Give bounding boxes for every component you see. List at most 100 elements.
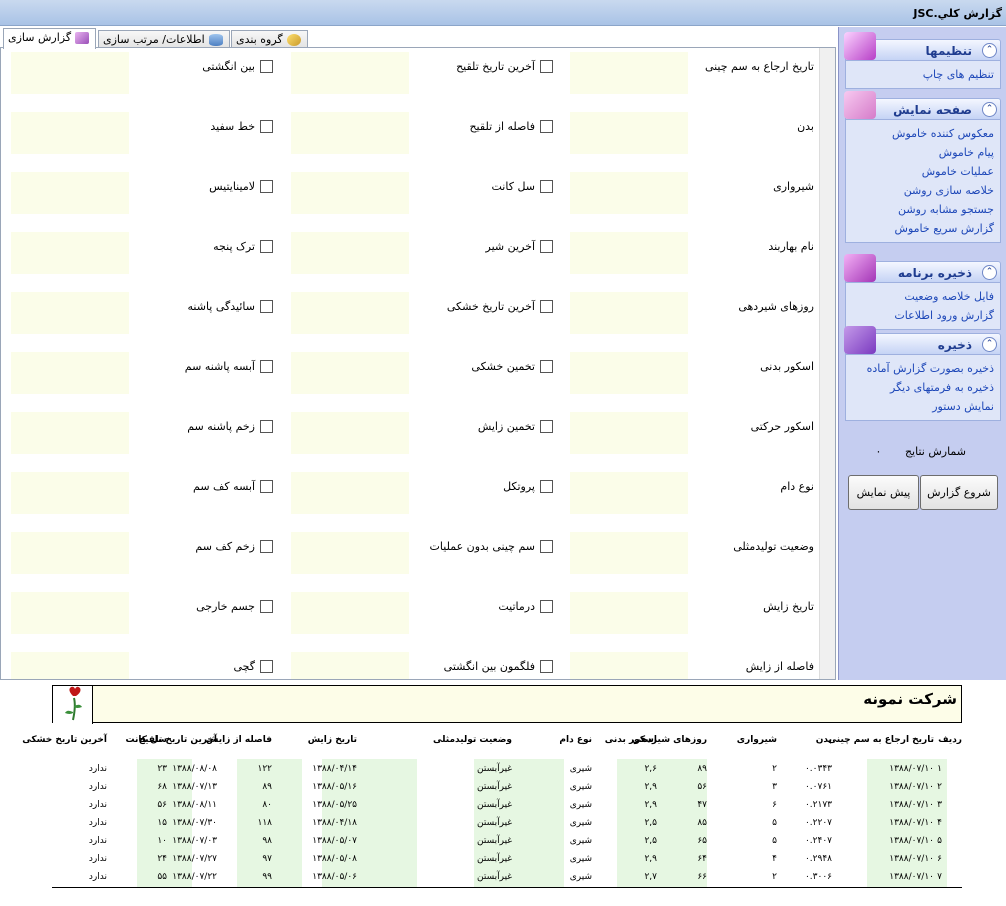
field-checkbox[interactable] [540, 300, 553, 313]
field-label: فاصله از زایش [745, 660, 814, 673]
tab-grouping[interactable]: گروه بندی [231, 30, 308, 48]
field-checkbox[interactable] [260, 660, 273, 673]
panel-link[interactable]: خلاصه سازی روشن [852, 181, 994, 200]
report-cell: ۲ [772, 872, 777, 882]
field-width-box[interactable] [570, 292, 688, 334]
panel-group: ⌃ تنظیمها تنظیم های چاپ [844, 32, 1001, 89]
field-width-box[interactable] [291, 592, 409, 634]
panel-link[interactable]: عملیات خاموش [852, 162, 994, 181]
field-width-box[interactable] [291, 232, 409, 274]
field-checkbox[interactable] [260, 180, 273, 193]
field-checkbox[interactable] [540, 120, 553, 133]
collapse-icon[interactable]: ⌃ [982, 265, 997, 280]
field-checkbox[interactable] [260, 60, 273, 73]
field-width-box[interactable] [570, 352, 688, 394]
report-cell: ۱ [937, 764, 942, 774]
panel-group-header[interactable]: ⌃ صفحه نمایش [844, 91, 1001, 120]
report-cell: ۱۵ [157, 818, 167, 828]
panel-group: ⌃ ذخیره ذخیره بصورت گزارش آماده ذخیره به فر… [844, 326, 1001, 421]
report-cell: ۸۹ [697, 764, 707, 774]
field-width-box[interactable] [11, 232, 129, 274]
field-checkbox[interactable] [260, 240, 273, 253]
field-checkbox[interactable] [540, 420, 553, 433]
panel-link[interactable]: جستجو مشابه روشن [852, 200, 994, 219]
field-width-box[interactable] [570, 52, 688, 94]
panel-link[interactable]: ذخیره به فرمتهای دیگر [852, 378, 994, 397]
field-checkbox[interactable] [260, 420, 273, 433]
report-column-header: سل کانت [125, 735, 167, 745]
report-cell: ندارد [88, 764, 107, 774]
field-checkbox[interactable] [540, 600, 553, 613]
start-report-button[interactable]: شروع گزارش [920, 475, 998, 510]
field-width-box[interactable] [570, 112, 688, 154]
report-cell: ۱۳۸۸/۰۷/۱۰ [889, 782, 934, 792]
panel-link[interactable]: گزارش سریع خاموش [852, 219, 994, 238]
report-field: آخرین تاریخ تلقیح [291, 52, 553, 94]
collapse-icon[interactable]: ⌃ [982, 102, 997, 117]
field-width-box[interactable] [291, 292, 409, 334]
collapse-icon[interactable]: ⌃ [982, 337, 997, 352]
field-width-box[interactable] [291, 652, 409, 679]
field-width-box[interactable] [291, 532, 409, 574]
field-width-box[interactable] [11, 352, 129, 394]
panel-link[interactable]: ذخیره بصورت گزارش آماده [852, 359, 994, 378]
panel-group-header[interactable]: ⌃ ذخیره [844, 326, 1001, 355]
panel-link[interactable]: گزارش ورود اطلاعات [852, 306, 994, 325]
collapse-icon[interactable]: ⌃ [982, 43, 997, 58]
field-width-box[interactable] [570, 412, 688, 454]
report-cell: ۱۳۸۸/۰۵/۰۸ [312, 854, 357, 864]
field-checkbox[interactable] [540, 60, 553, 73]
vertical-scrollbar[interactable] [819, 48, 835, 679]
field-width-box[interactable] [11, 112, 129, 154]
report-cell: ۲۳ [157, 764, 167, 774]
report-cell: ۲,۷ [644, 872, 657, 882]
field-checkbox[interactable] [260, 300, 273, 313]
field-width-box[interactable] [291, 472, 409, 514]
field-width-box[interactable] [570, 652, 688, 679]
field-width-box[interactable] [291, 412, 409, 454]
field-checkbox[interactable] [540, 480, 553, 493]
field-width-box[interactable] [11, 592, 129, 634]
field-width-box[interactable] [570, 532, 688, 574]
panel-group-header[interactable]: ⌃ تنظیمها [844, 32, 1001, 61]
report-column-header: شیرواری [736, 735, 777, 745]
panel-group-header[interactable]: ⌃ ذخیره برنامه [844, 254, 1001, 283]
report-cell: غیرآبستن [477, 782, 512, 792]
field-width-box[interactable] [291, 352, 409, 394]
field-width-box[interactable] [11, 532, 129, 574]
field-checkbox[interactable] [260, 360, 273, 373]
field-checkbox[interactable] [260, 480, 273, 493]
field-checkbox[interactable] [540, 660, 553, 673]
tab-report-builder[interactable]: گزارش سازی [3, 28, 97, 49]
field-checkbox[interactable] [540, 540, 553, 553]
field-width-box[interactable] [291, 52, 409, 94]
field-width-box[interactable] [570, 592, 688, 634]
field-checkbox[interactable] [260, 540, 273, 553]
field-width-box[interactable] [11, 412, 129, 454]
field-width-box[interactable] [11, 472, 129, 514]
panel-link[interactable]: معکوس کننده خاموش [852, 124, 994, 143]
field-checkbox[interactable] [540, 360, 553, 373]
field-width-box[interactable] [11, 292, 129, 334]
field-label: خط سفید [210, 120, 255, 133]
field-width-box[interactable] [11, 652, 129, 679]
panel-link[interactable]: پیام خاموش [852, 143, 994, 162]
panel-link[interactable]: فایل خلاصه وضعیت [852, 287, 994, 306]
tab-info-sort[interactable]: اطلاعات/ مرتب سازی [98, 30, 230, 48]
field-width-box[interactable] [11, 172, 129, 214]
field-checkbox[interactable] [540, 240, 553, 253]
field-checkbox[interactable] [540, 180, 553, 193]
panel-link[interactable]: نمایش دستور [852, 397, 994, 416]
field-checkbox[interactable] [260, 600, 273, 613]
field-checkbox[interactable] [260, 120, 273, 133]
panel-link[interactable]: تنظیم های چاپ [852, 65, 994, 84]
field-width-box[interactable] [11, 52, 129, 94]
field-width-box[interactable] [570, 172, 688, 214]
report-cell: ۶ [772, 800, 777, 810]
preview-button[interactable]: پیش نمایش [848, 475, 919, 510]
field-width-box[interactable] [570, 232, 688, 274]
field-label: فلگمون بین انگشتی [443, 660, 535, 673]
field-width-box[interactable] [570, 472, 688, 514]
field-width-box[interactable] [291, 172, 409, 214]
field-width-box[interactable] [291, 112, 409, 154]
